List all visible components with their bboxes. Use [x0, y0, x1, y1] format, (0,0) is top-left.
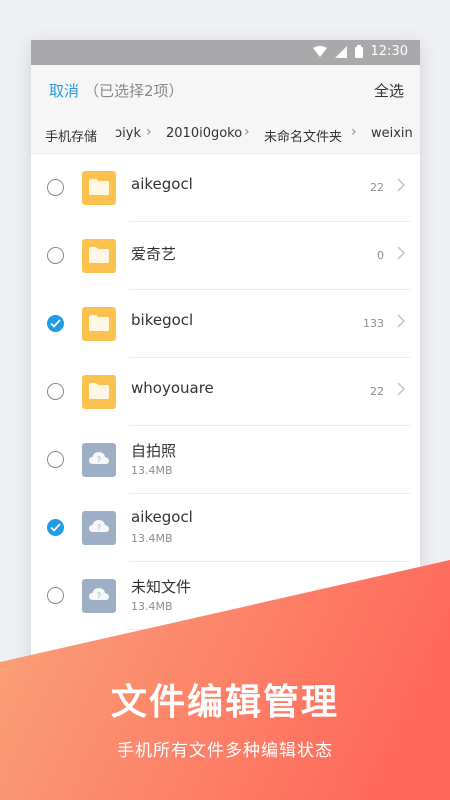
select-radio[interactable] [47, 383, 64, 400]
item-count: 133 [363, 317, 384, 330]
folder-icon [82, 375, 116, 409]
folder-icon [82, 171, 116, 205]
banner-title: 文件编辑管理 [110, 682, 339, 723]
list-item[interactable]: 爱奇艺 0 [31, 222, 420, 290]
select-radio[interactable] [47, 587, 64, 604]
select-radio[interactable] [47, 451, 64, 468]
checkmark-icon [50, 319, 61, 328]
chevron-right-icon: › [146, 124, 152, 140]
status-time: 12:30 [370, 44, 408, 59]
unknown-file-icon: ? [82, 579, 116, 613]
chevron-right-icon: › [351, 124, 357, 140]
select-radio[interactable] [47, 179, 64, 196]
select-radio-checked[interactable] [47, 519, 64, 536]
list-item[interactable]: ? aikegocl 13.4MB [31, 494, 420, 562]
chevron-right-icon [397, 246, 405, 260]
selected-count-label: （已选择2项） [84, 82, 184, 100]
banner-subtitle: 手机所有文件多种编辑状态 [117, 741, 333, 761]
cancel-button[interactable]: 取消 [49, 80, 79, 101]
breadcrumb: 手机存储 ɔiyk › 2010i0goko › 未命名文件夹 › weixin [31, 117, 420, 154]
status-bar: 12:30 [31, 40, 420, 65]
select-radio-checked[interactable] [47, 315, 64, 332]
file-name: whoyouare [131, 379, 214, 397]
chevron-right-icon [397, 178, 405, 192]
svg-text:?: ? [97, 456, 101, 465]
file-name: 爱奇艺 [131, 245, 177, 263]
file-size: 13.4MB [131, 532, 173, 545]
signal-icon [334, 45, 347, 58]
file-size: 13.4MB [131, 600, 173, 613]
divider [129, 629, 410, 630]
file-name: 未知文件 [131, 578, 192, 596]
list-item[interactable]: ? 自拍照 13.4MB [31, 426, 420, 494]
file-size: 13.4MB [131, 464, 173, 477]
item-count: 0 [377, 249, 384, 262]
svg-text:?: ? [97, 524, 101, 533]
file-name: aikegocl [131, 508, 193, 526]
list-item[interactable]: ? 未知文件 13.4MB [31, 562, 420, 630]
file-name: 自拍照 [131, 442, 177, 460]
chevron-right-icon: › [244, 124, 250, 140]
breadcrumb-item-2[interactable]: ɔiyk [115, 126, 141, 141]
list-item[interactable]: aikegocl 22 [31, 154, 420, 222]
chevron-right-icon [397, 314, 405, 328]
item-count: 22 [370, 385, 384, 398]
file-name: aikegocl [131, 175, 193, 193]
list-item[interactable]: bikegocl 133 [31, 290, 420, 358]
folder-icon [82, 307, 116, 341]
unknown-file-icon: ? [82, 443, 116, 477]
checkmark-icon [50, 523, 61, 532]
item-count: 22 [370, 181, 384, 194]
chevron-right-icon [397, 382, 405, 396]
unknown-file-icon: ? [82, 511, 116, 545]
file-name: bikegocl [131, 311, 194, 329]
svg-text:?: ? [97, 592, 101, 601]
breadcrumb-item-4[interactable]: 未命名文件夹 [264, 126, 342, 145]
wifi-icon [312, 46, 327, 57]
action-bar: 取消 （已选择2项） 全选 [31, 65, 420, 117]
list-item[interactable]: whoyouare 22 [31, 358, 420, 426]
breadcrumb-item-3[interactable]: 2010i0goko [166, 126, 242, 141]
battery-icon [354, 45, 363, 58]
select-radio[interactable] [47, 247, 64, 264]
folder-icon [82, 239, 116, 273]
breadcrumb-item-phone-storage[interactable]: 手机存储 [45, 126, 97, 145]
breadcrumb-item-5[interactable]: weixin [371, 126, 413, 141]
select-all-button[interactable]: 全选 [374, 80, 404, 101]
